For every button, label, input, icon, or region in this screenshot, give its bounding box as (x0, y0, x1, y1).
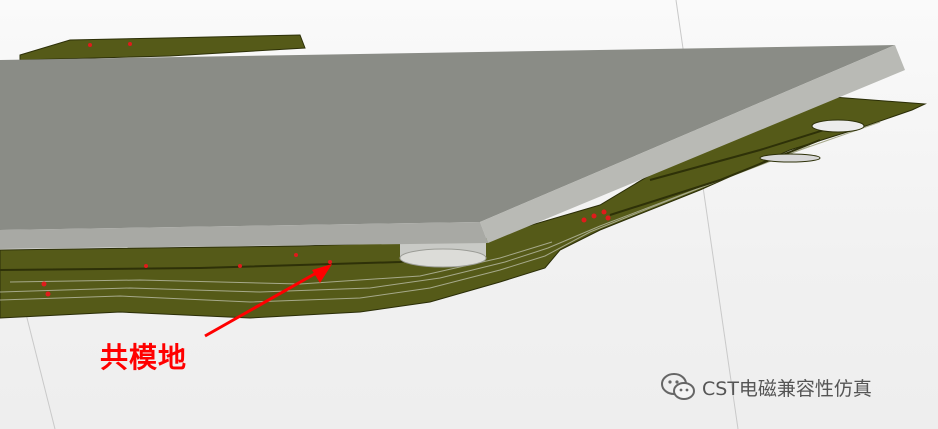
wechat-icon (661, 373, 695, 400)
viewport-3d[interactable]: 共模地 CST电磁兼容性仿真 (0, 0, 938, 429)
watermark-text: CST电磁兼容性仿真 (702, 377, 872, 400)
watermark: CST电磁兼容性仿真 (660, 372, 872, 402)
mounting-hole (811, 119, 865, 133)
slot-cutout (759, 153, 821, 163)
annotation-label: 共模地 (100, 341, 188, 374)
